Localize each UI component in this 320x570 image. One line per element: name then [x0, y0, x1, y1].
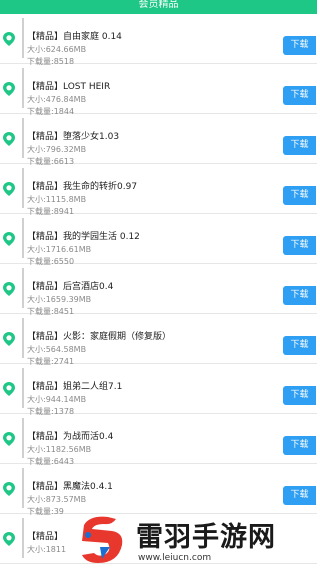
list-item[interactable]: 【精品】自由家庭 0.14 大小:624.66MB 下载量:8518 下载 — [0, 14, 317, 66]
item-name: 【精品】为战而活0.4 — [27, 432, 114, 442]
download-button[interactable]: 下载 — [283, 86, 316, 105]
item-name: 【精品】火影：家庭假期（修复版） — [27, 332, 172, 342]
location-pin-icon — [3, 482, 15, 496]
location-pin-icon — [3, 182, 15, 196]
list-item[interactable]: 【精品】为战而活0.4 大小:1182.56MB 下载量:6443 下载 — [0, 414, 317, 466]
item-name: 【精品】我生命的转折0.97 — [27, 182, 138, 192]
list-item[interactable]: 【精品】姐弟二人组7.1 大小:944.14MB 下载量:1378 下载 — [0, 364, 317, 416]
item-size: 大小:476.84MB — [27, 95, 87, 104]
item-name: 【精品】LOST HEIR — [27, 82, 111, 92]
download-button[interactable]: 下载 — [283, 136, 316, 155]
watermark-title: 雷羽手游网 — [136, 522, 276, 553]
download-button[interactable]: 下载 — [283, 36, 316, 55]
item-thumbnail — [22, 318, 24, 358]
list-item[interactable]: 【精品】火影：家庭假期（修复版） 大小:564.58MB 下载量:2741 下载 — [0, 314, 317, 366]
list-item[interactable]: 【精品】黑魔法0.4.1 大小:873.57MB 下载量:39 下载 — [0, 464, 317, 516]
item-thumbnail — [22, 118, 24, 158]
item-size: 大小:564.58MB — [27, 345, 87, 354]
page-header: 会员精品 — [0, 0, 317, 14]
item-name: 【精品】后宫酒店0.4 — [27, 282, 114, 292]
download-button[interactable]: 下载 — [283, 186, 316, 205]
download-button[interactable]: 下载 — [283, 436, 316, 455]
header-title: 会员精品 — [138, 0, 179, 10]
site-watermark: 雷羽手游网 www.leiucn.com — [78, 511, 314, 567]
app-list: 【精品】自由家庭 0.14 大小:624.66MB 下载量:8518 下载 【精品】LO… — [0, 14, 317, 564]
download-button[interactable]: 下载 — [283, 286, 316, 305]
item-size: 大小:1115.8MB — [27, 195, 87, 204]
list-item[interactable]: 【精品】LOST HEIR 大小:476.84MB 下载量:1844 下载 — [0, 64, 317, 116]
item-thumbnail — [22, 18, 24, 58]
list-item[interactable]: 【精品】后宫酒店0.4 大小:1659.39MB 下载量:8451 下载 — [0, 264, 317, 316]
item-size: 大小:1182.56MB — [27, 445, 92, 454]
location-pin-icon — [3, 232, 15, 246]
list-item[interactable]: 【精品】堕落少女1.03 大小:796.32MB 下载量:6613 下载 — [0, 114, 317, 166]
item-thumbnail — [22, 68, 24, 108]
list-item[interactable]: 【精品】我生命的转折0.97 大小:1115.8MB 下载量:8941 下载 — [0, 164, 317, 216]
item-name: 【精品】 — [27, 532, 64, 542]
item-thumbnail — [22, 468, 24, 508]
item-size: 大小:796.32MB — [27, 145, 87, 154]
item-name: 【精品】堕落少女1.03 — [27, 132, 120, 142]
location-pin-icon — [3, 32, 15, 46]
download-button[interactable]: 下载 — [283, 236, 316, 255]
item-thumbnail — [22, 168, 24, 208]
item-size: 大小:1716.61MB — [27, 245, 92, 254]
item-thumbnail — [22, 268, 24, 308]
download-button[interactable]: 下载 — [283, 486, 316, 505]
item-size: 大小:1811 — [27, 545, 67, 554]
location-pin-icon — [3, 532, 15, 546]
item-name: 【精品】黑魔法0.4.1 — [27, 482, 113, 492]
watermark-url: www.leiucn.com — [138, 553, 212, 563]
list-item[interactable]: 【精品】我的学园生活 0.12 大小:1716.61MB 下载量:6550 下载 — [0, 214, 317, 266]
item-thumbnail — [22, 368, 24, 408]
item-thumbnail — [22, 218, 24, 258]
item-size: 大小:944.14MB — [27, 395, 87, 404]
download-button[interactable]: 下载 — [283, 336, 316, 355]
location-pin-icon — [3, 332, 15, 346]
item-size: 大小:1659.39MB — [27, 295, 92, 304]
leiyu-logo-icon — [82, 516, 123, 563]
download-button[interactable]: 下载 — [283, 386, 316, 405]
location-pin-icon — [3, 82, 15, 96]
location-pin-icon — [3, 282, 15, 296]
item-size: 大小:624.66MB — [27, 45, 87, 54]
item-name: 【精品】我的学园生活 0.12 — [27, 232, 140, 242]
location-pin-icon — [3, 382, 15, 396]
location-pin-icon — [3, 132, 15, 146]
item-thumbnail — [22, 518, 24, 558]
item-thumbnail — [22, 418, 24, 458]
item-size: 大小:873.57MB — [27, 495, 87, 504]
location-pin-icon — [3, 432, 15, 446]
item-name: 【精品】自由家庭 0.14 — [27, 32, 122, 42]
item-name: 【精品】姐弟二人组7.1 — [27, 382, 123, 392]
